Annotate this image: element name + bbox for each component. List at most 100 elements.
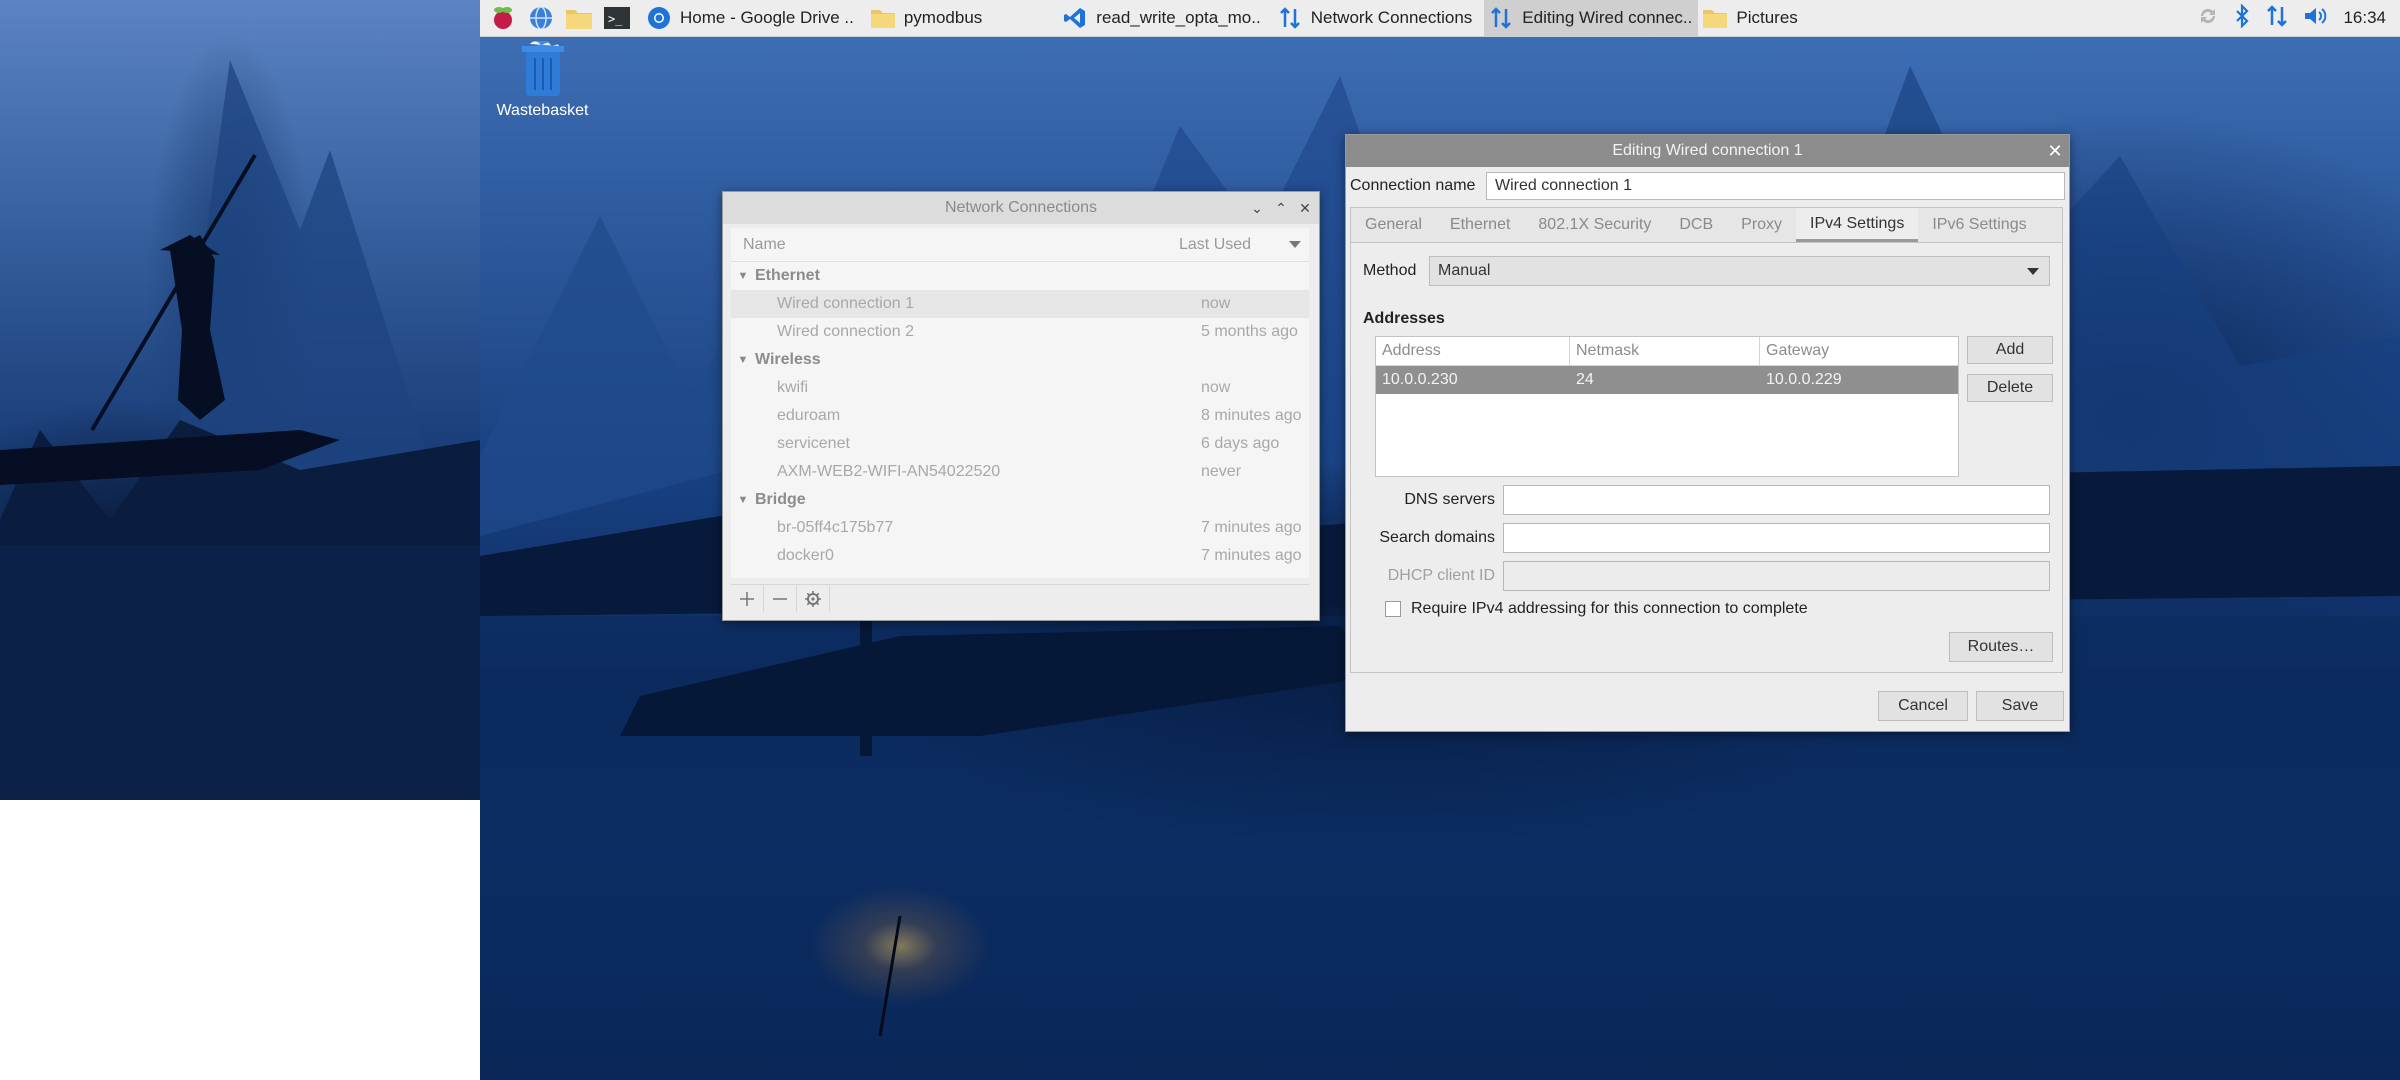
terminal-icon[interactable]: >_ xyxy=(602,3,632,33)
expand-triangle-icon[interactable]: ▼ xyxy=(731,494,755,506)
connection-last-used: 7 minutes ago xyxy=(1201,547,1302,564)
connection-name-value: Wired connection 1 xyxy=(1495,177,1632,194)
group-label: Wireless xyxy=(755,351,821,368)
connection-last-used: 8 minutes ago xyxy=(1201,407,1302,424)
folder-icon xyxy=(1702,5,1728,31)
task-pictures[interactable]: Pictures xyxy=(1698,0,1803,36)
list-item[interactable]: AXM-WEB2-WIFI-AN54022520 never xyxy=(731,458,1309,486)
updates-icon[interactable] xyxy=(2197,5,2219,32)
wastebasket-desktop-icon[interactable]: Wastebasket xyxy=(490,40,595,120)
add-connection-button[interactable] xyxy=(731,586,764,612)
network-arrows-icon xyxy=(1488,5,1514,31)
tab-general[interactable]: General xyxy=(1351,208,1436,242)
connection-last-used: 5 months ago xyxy=(1201,323,1298,340)
routes-button[interactable]: Routes… xyxy=(1949,632,2053,662)
plus-icon xyxy=(740,592,754,606)
raspberry-menu-icon[interactable] xyxy=(488,3,518,33)
network-status-icon[interactable] xyxy=(2265,4,2289,33)
group-ethernet[interactable]: ▼ Ethernet xyxy=(731,262,1309,290)
dns-servers-row: DNS servers xyxy=(1363,485,2050,515)
connection-name: docker0 xyxy=(777,547,834,564)
connection-last-used: now xyxy=(1201,295,1231,312)
connection-last-used: 6 days ago xyxy=(1201,435,1280,452)
task-label: Network Connections xyxy=(1310,8,1473,27)
search-domains-input[interactable] xyxy=(1503,523,2050,553)
require-ipv4-checkbox[interactable] xyxy=(1385,601,1401,617)
group-bridge[interactable]: ▼ Bridge xyxy=(731,486,1309,514)
task-editing-wired[interactable]: Editing Wired connec.. xyxy=(1484,0,1699,36)
method-label: Method xyxy=(1363,262,1417,279)
maximize-icon[interactable]: ⌃ xyxy=(1273,200,1289,216)
window-titlebar[interactable]: Editing Wired connection 1 ✕ xyxy=(1346,135,2069,167)
wastebasket-label: Wastebasket xyxy=(496,102,589,119)
clock[interactable]: 16:34 xyxy=(2343,8,2386,28)
close-icon[interactable]: ✕ xyxy=(2047,141,2063,161)
column-name[interactable]: Name xyxy=(731,236,1179,254)
expand-triangle-icon[interactable]: ▼ xyxy=(731,354,755,366)
connection-name: servicenet xyxy=(777,435,850,452)
minimize-icon[interactable]: ⌄ xyxy=(1249,200,1265,216)
method-select[interactable]: Manual xyxy=(1429,256,2050,286)
group-label: Ethernet xyxy=(755,267,820,284)
remove-connection-button[interactable] xyxy=(764,586,797,612)
cancel-button[interactable]: Cancel xyxy=(1878,691,1968,721)
task-google-drive[interactable]: Home - Google Drive .. xyxy=(642,0,860,36)
list-item[interactable]: servicenet 6 days ago xyxy=(731,430,1309,458)
tab-ethernet[interactable]: Ethernet xyxy=(1436,208,1524,242)
list-item[interactable]: eduroam 8 minutes ago xyxy=(731,402,1309,430)
list-item[interactable]: br-05ff4c175b77 7 minutes ago xyxy=(731,514,1309,542)
save-button[interactable]: Save xyxy=(1976,691,2064,721)
svg-text:>_: >_ xyxy=(608,12,623,26)
tab-proxy[interactable]: Proxy xyxy=(1727,208,1796,242)
connections-list[interactable]: Name Last Used ▼ Ethernet Wired connectio… xyxy=(731,228,1309,768)
addresses-title: Addresses xyxy=(1363,310,1445,327)
file-manager-icon[interactable] xyxy=(564,3,594,33)
list-item[interactable]: docker0 7 minutes ago xyxy=(731,542,1309,570)
gear-icon xyxy=(805,591,821,607)
tab-8021x-security[interactable]: 802.1X Security xyxy=(1524,208,1665,242)
task-pymodbus[interactable]: pymodbus xyxy=(866,0,988,36)
connection-name-label: Connection name xyxy=(1350,177,1476,194)
connection-last-used: never xyxy=(1201,463,1242,480)
web-browser-icon[interactable] xyxy=(526,3,556,33)
task-label: read_write_opta_mo.. xyxy=(1096,8,1261,27)
taskbar: >_ Home - Google Drive .. pymodbus read_… xyxy=(480,0,2400,37)
list-header: Name Last Used xyxy=(731,228,1309,262)
sort-chevron-down-icon[interactable] xyxy=(1289,240,1309,249)
dhcp-client-id-label: DHCP client ID xyxy=(1387,567,1495,584)
minus-icon xyxy=(773,598,787,600)
cell-gateway[interactable]: 10.0.0.229 xyxy=(1760,366,1958,394)
list-item[interactable]: Wired connection 2 5 months ago xyxy=(731,318,1309,346)
task-network-connections[interactable]: Network Connections xyxy=(1273,0,1479,36)
tab-ipv4-settings[interactable]: IPv4 Settings xyxy=(1796,208,1919,242)
require-ipv4-row[interactable]: Require IPv4 addressing for this connect… xyxy=(1385,600,1808,618)
column-address[interactable]: Address xyxy=(1376,337,1570,365)
column-last-used[interactable]: Last Used xyxy=(1179,236,1289,254)
tab-dcb[interactable]: DCB xyxy=(1665,208,1727,242)
add-address-button[interactable]: Add xyxy=(1967,336,2053,364)
column-gateway[interactable]: Gateway xyxy=(1760,337,1958,365)
close-icon[interactable]: ✕ xyxy=(1297,200,1313,216)
cell-netmask[interactable]: 24 xyxy=(1570,366,1760,394)
group-wireless[interactable]: ▼ Wireless xyxy=(731,346,1309,374)
addresses-table[interactable]: Address Netmask Gateway 10.0.0.230 24 10… xyxy=(1375,336,1959,477)
delete-address-button[interactable]: Delete xyxy=(1967,374,2053,402)
window-titlebar[interactable]: Network Connections ⌄ ⌃ ✕ xyxy=(723,192,1319,224)
dns-servers-input[interactable] xyxy=(1503,485,2050,515)
list-item[interactable]: kwifi now xyxy=(731,374,1309,402)
dhcp-client-id-input xyxy=(1503,561,2050,591)
expand-triangle-icon[interactable]: ▼ xyxy=(731,270,755,282)
edit-connection-window: Editing Wired connection 1 ✕ Connection … xyxy=(1345,134,2070,732)
list-item[interactable]: Wired connection 1 now xyxy=(731,290,1309,318)
connection-last-used: now xyxy=(1201,379,1231,396)
tab-ipv6-settings[interactable]: IPv6 Settings xyxy=(1918,208,2040,242)
task-vscode[interactable]: read_write_opta_mo.. xyxy=(1058,0,1266,36)
edit-connection-button[interactable] xyxy=(797,586,830,612)
window-title: Network Connections xyxy=(944,199,1098,216)
table-row[interactable]: 10.0.0.230 24 10.0.0.229 xyxy=(1376,366,1958,394)
cell-address[interactable]: 10.0.0.230 xyxy=(1376,366,1570,394)
connection-name-input[interactable]: Wired connection 1 xyxy=(1486,172,2065,200)
bluetooth-icon[interactable] xyxy=(2233,2,2251,33)
volume-icon[interactable] xyxy=(2303,4,2329,33)
column-netmask[interactable]: Netmask xyxy=(1570,337,1760,365)
